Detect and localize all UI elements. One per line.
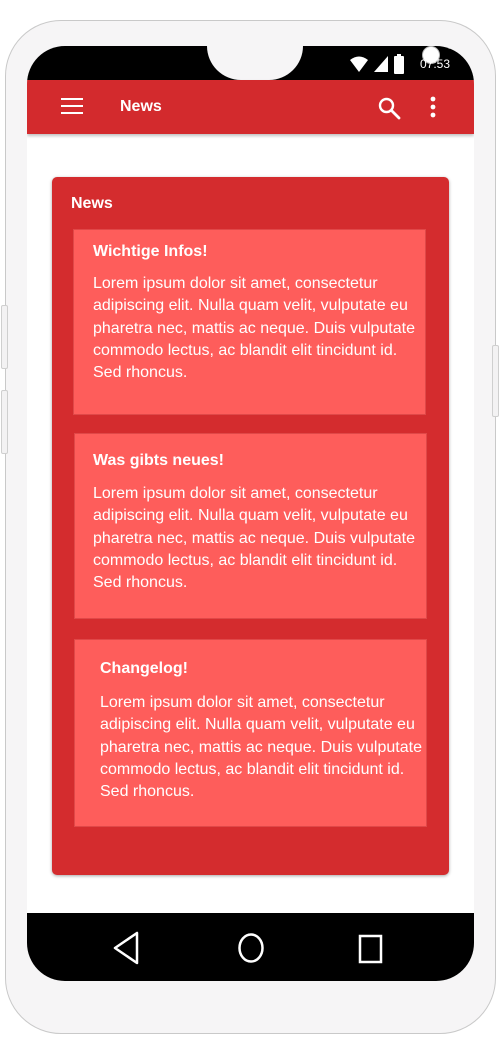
search-icon[interactable] [377,96,401,120]
more-vert-icon[interactable] [423,95,443,119]
signal-icon [373,56,388,72]
app-bar-title: News [120,98,162,115]
news-item[interactable]: Was gibts neues! Lorem ipsum dolor sit a… [74,433,427,619]
news-item-heading: Changelog! [100,660,188,677]
status-time: 07:53 [419,57,450,71]
camera-notch [207,46,457,80]
news-item-heading: Wichtige Infos! [93,243,208,260]
sensor-icon [445,46,457,49]
recent-apps-icon[interactable] [355,931,387,965]
back-icon[interactable] [111,931,143,965]
news-item-body: Lorem ipsum dolor sit amet, consectetur … [100,694,422,801]
menu-icon[interactable] [61,98,83,116]
news-item[interactable]: Wichtige Infos! Lorem ipsum dolor sit am… [73,229,426,415]
system-nav-bar [27,913,474,981]
news-item[interactable]: Changelog! Lorem ipsum dolor sit amet, c… [74,639,427,827]
news-item-heading: Was gibts neues! [93,452,224,469]
battery-icon [393,54,404,74]
news-item-body: Lorem ipsum dolor sit amet, consectetur … [93,275,415,382]
status-bar: 07:53 [27,46,474,80]
news-card: News Wichtige Infos! Lorem ipsum dolor s… [52,177,449,875]
wifi-icon [349,56,368,72]
volume-up-button[interactable] [1,305,8,369]
screen: 07:53 News News Wichtige Infos! Lorem ip… [27,46,474,981]
power-button[interactable] [492,345,499,417]
home-icon[interactable] [235,931,267,965]
status-icons: 07:53 [349,52,450,76]
news-item-body: Lorem ipsum dolor sit amet, consectetur … [93,485,415,592]
news-card-title: News [71,195,113,212]
volume-down-button[interactable] [1,390,8,454]
app-bar: News [27,80,474,134]
